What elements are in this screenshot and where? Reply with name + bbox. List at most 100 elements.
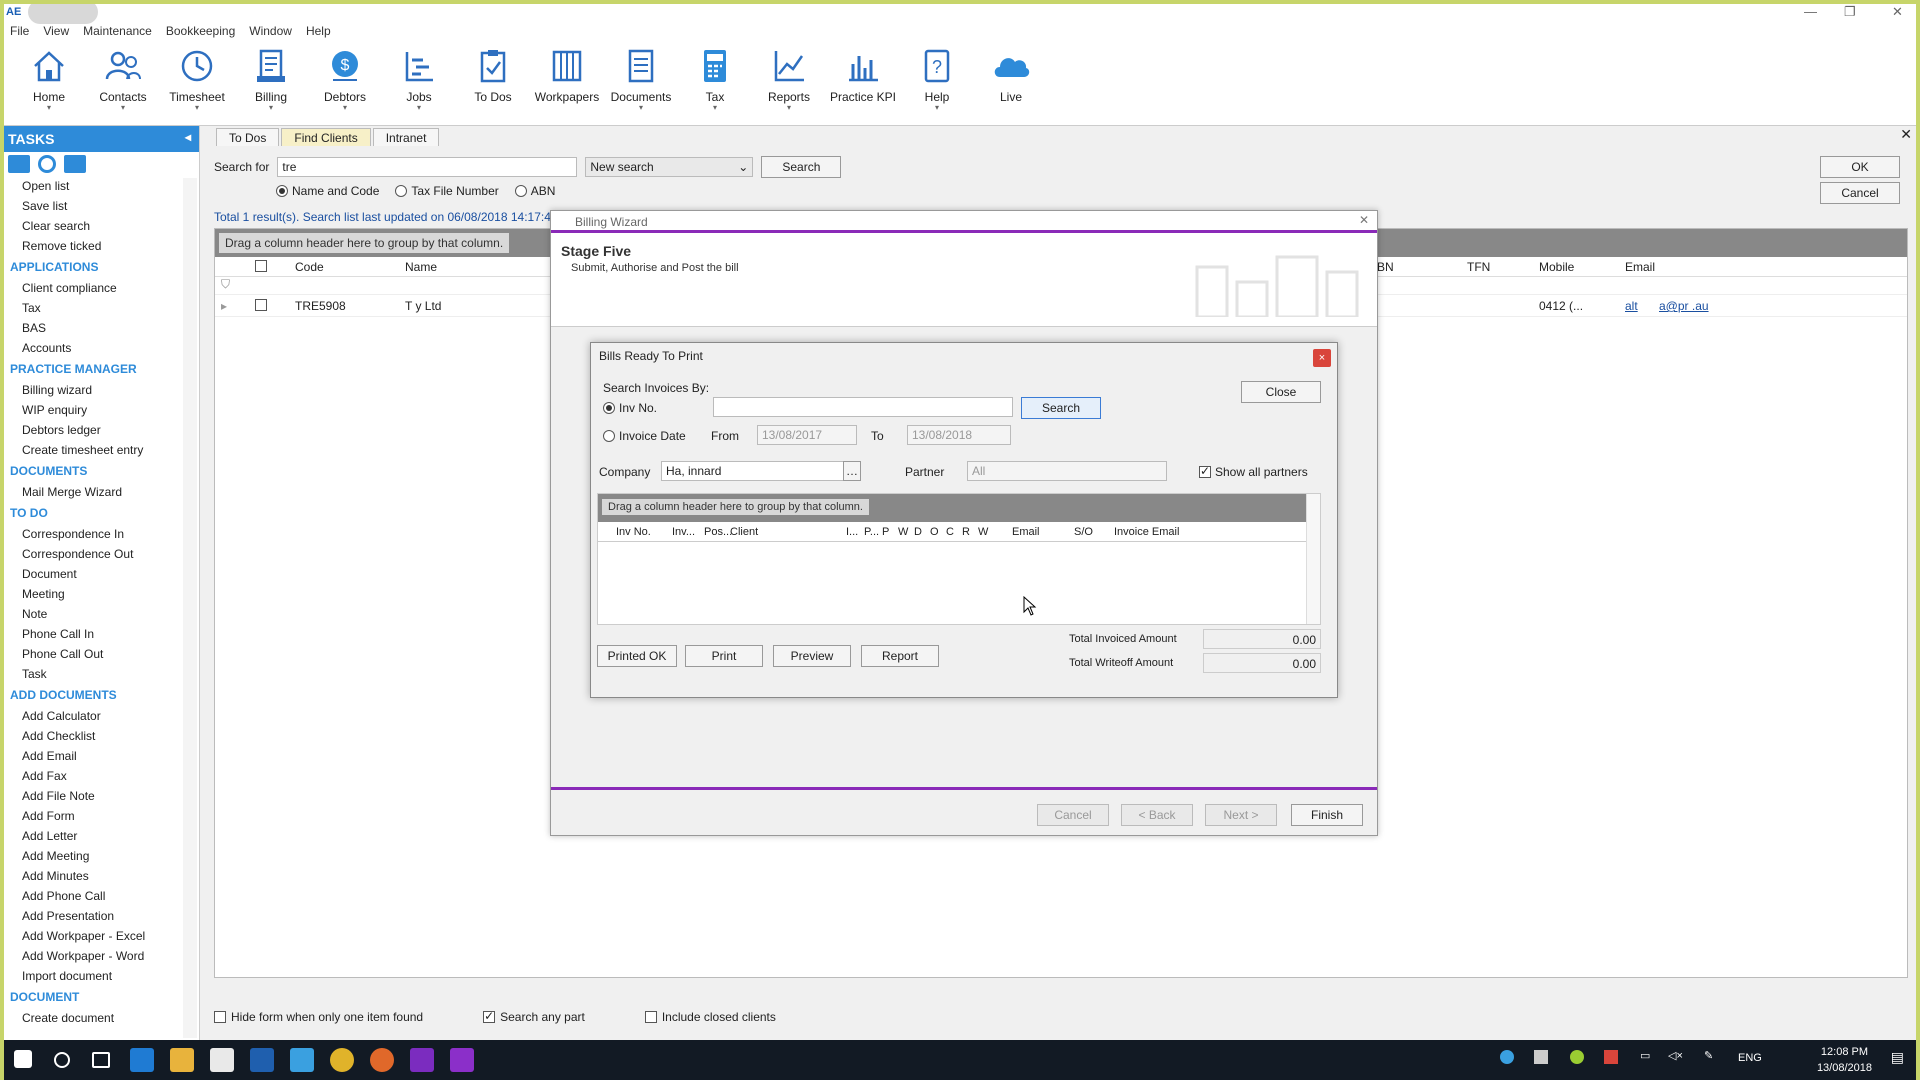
wizard-cancel-button[interactable]: Cancel [1037, 804, 1109, 826]
col-mobile[interactable]: Mobile [1539, 260, 1574, 274]
wizard-next-button[interactable]: Next > [1205, 804, 1277, 826]
col-email[interactable]: Email [1625, 260, 1655, 274]
firefox-icon[interactable] [370, 1048, 394, 1072]
sidebar-item[interactable]: Add Workpaper - Excel [8, 926, 199, 946]
ribbon-timesheet-button[interactable]: Timesheet ▾ [160, 40, 234, 125]
file-explorer-icon[interactable] [170, 1048, 194, 1072]
sidebar-item[interactable]: WIP enquiry [8, 400, 199, 420]
inv-no-input[interactable] [713, 397, 1013, 417]
notifications-icon[interactable]: ▤ [1891, 1049, 1904, 1066]
from-date-input[interactable]: 13/08/2017 [757, 425, 857, 445]
sidebar-item[interactable]: Mail Merge Wizard [8, 482, 199, 502]
sidebar-section-header[interactable]: ADD DOCUMENTS [8, 684, 199, 706]
invoice-col-header[interactable]: W [898, 526, 908, 538]
sidebar-scrollbar[interactable] [183, 178, 197, 1038]
sidebar-item[interactable]: Open list [8, 176, 199, 196]
radio-abn[interactable]: ABN [514, 184, 555, 198]
task-view-icon[interactable] [92, 1052, 110, 1068]
ribbon-documents-button[interactable]: Documents ▾ [604, 40, 678, 125]
row-checkbox[interactable] [255, 299, 267, 311]
col-abn[interactable]: BN [1377, 260, 1394, 274]
sidebar-item[interactable]: Client compliance [8, 278, 199, 298]
invoice-col-header[interactable]: P [882, 526, 889, 538]
radio-inv-no[interactable]: Inv No. [603, 401, 657, 415]
invoice-col-header[interactable]: Pos... [704, 526, 732, 538]
wizard-close-icon[interactable]: ✕ [1359, 213, 1369, 227]
ribbon-workpapers-button[interactable]: Workpapers [530, 40, 604, 125]
row-expand-icon[interactable]: ▸ [221, 299, 227, 313]
tab-todos[interactable]: To Dos [216, 128, 280, 146]
outlook-icon[interactable] [250, 1048, 274, 1072]
menu-maintenance[interactable]: Maintenance [83, 24, 152, 38]
sidebar-item[interactable]: Import document [8, 966, 199, 986]
tray-app-icon[interactable] [1500, 1050, 1514, 1064]
tray-status-icon[interactable] [1570, 1050, 1584, 1064]
tray-alert-icon[interactable] [1604, 1050, 1618, 1064]
sidebar-section-header[interactable]: PRACTICE MANAGER [8, 358, 199, 380]
invoice-col-header[interactable]: D [914, 526, 922, 538]
ribbon-billing-button[interactable]: Billing ▾ [234, 40, 308, 125]
printer-icon[interactable] [64, 155, 86, 173]
sidebar-item[interactable]: Tax [8, 298, 199, 318]
chrome-icon[interactable] [330, 1048, 354, 1072]
sidebar-item[interactable]: Correspondence Out [8, 544, 199, 564]
partner-select[interactable]: All [967, 461, 1167, 481]
folder-icon[interactable] [8, 155, 30, 173]
sidebar-item[interactable]: Save list [8, 196, 199, 216]
invoices-group-area[interactable]: Drag a column header here to group by th… [598, 494, 1320, 522]
ribbon-practice-kpi-button[interactable]: Practice KPI [826, 40, 900, 125]
sidebar-section-header[interactable]: DOCUMENT [8, 986, 199, 1008]
select-all-checkbox[interactable] [255, 260, 267, 272]
sidebar-item[interactable]: Add File Note [8, 786, 199, 806]
menu-help[interactable]: Help [306, 24, 331, 38]
bills-search-button[interactable]: Search [1021, 397, 1101, 419]
ok-button[interactable]: OK [1820, 156, 1900, 178]
windows-start-icon[interactable] [14, 1050, 32, 1068]
ribbon-jobs-button[interactable]: Jobs ▾ [382, 40, 456, 125]
menu-window[interactable]: Window [249, 24, 292, 38]
ribbon-home-button[interactable]: Home ▾ [12, 40, 86, 125]
report-button[interactable]: Report [861, 645, 939, 667]
minimize-button[interactable]: — [1804, 4, 1817, 19]
bills-close-button[interactable]: Close [1241, 381, 1321, 403]
search-icon[interactable] [54, 1052, 70, 1068]
sidebar-item[interactable]: Note [8, 604, 199, 624]
sidebar-section-header[interactable]: APPLICATIONS [8, 256, 199, 278]
col-name[interactable]: Name [405, 260, 437, 274]
ribbon-tax-button[interactable]: Tax ▾ [678, 40, 752, 125]
invoices-scrollbar[interactable] [1306, 494, 1320, 624]
invoice-col-header[interactable]: R [962, 526, 970, 538]
sidebar-item[interactable]: Create document [8, 1008, 199, 1028]
sidebar-item[interactable]: Add Phone Call [8, 886, 199, 906]
menu-view[interactable]: View [43, 24, 69, 38]
row-email-link[interactable]: a@pr .au [1659, 299, 1709, 313]
tab-find-clients[interactable]: Find Clients [281, 128, 371, 146]
sidebar-item[interactable]: Add Letter [8, 826, 199, 846]
network-icon[interactable]: ▭ [1640, 1049, 1650, 1062]
sidebar-item[interactable]: Meeting [8, 584, 199, 604]
store-icon[interactable] [210, 1048, 234, 1072]
invoice-col-header[interactable]: O [930, 526, 939, 538]
sidebar-item[interactable]: Add Fax [8, 766, 199, 786]
sidebar-item[interactable]: Add Workpaper - Word [8, 946, 199, 966]
invoice-col-header[interactable]: Email [1012, 526, 1040, 538]
invoice-col-header[interactable]: C [946, 526, 954, 538]
ar-app-icon[interactable] [450, 1048, 474, 1072]
invoice-col-header[interactable]: Client [730, 526, 758, 538]
close-panel-icon[interactable]: ✕ [1900, 126, 1912, 143]
sidebar-item[interactable]: Billing wizard [8, 380, 199, 400]
sidebar-item[interactable]: Debtors ledger [8, 420, 199, 440]
sidebar-item[interactable]: Phone Call Out [8, 644, 199, 664]
sidebar-section-header[interactable]: DOCUMENTS [8, 460, 199, 482]
restore-button[interactable]: ❐ [1844, 4, 1856, 20]
menu-bookkeeping[interactable]: Bookkeeping [166, 24, 235, 38]
sidebar-item[interactable]: Clear search [8, 216, 199, 236]
search-button[interactable]: Search [761, 156, 842, 178]
sidebar-item[interactable]: Correspondence In [8, 524, 199, 544]
sidebar-item[interactable]: Add Form [8, 806, 199, 826]
hide-form-option[interactable]: Hide form when only one item found [214, 1010, 423, 1024]
sidebar-item[interactable]: Add Minutes [8, 866, 199, 886]
printed-ok-button[interactable]: Printed OK [597, 645, 677, 667]
search-mode-select[interactable]: New search ⌄ [585, 157, 754, 177]
invoice-col-header[interactable]: S/O [1074, 526, 1093, 538]
